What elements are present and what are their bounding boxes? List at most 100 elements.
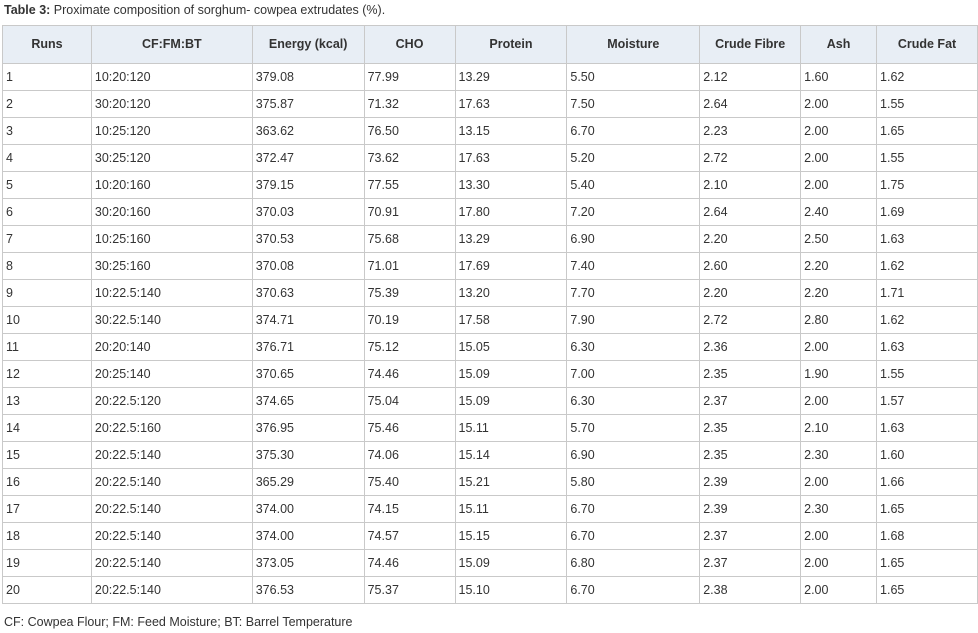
cell-ash: 2.00 bbox=[800, 468, 878, 496]
cell-energy: 373.05 bbox=[251, 549, 365, 577]
cell-moisture: 7.40 bbox=[566, 252, 701, 280]
cell-run: 2 bbox=[2, 90, 92, 118]
cell-run: 18 bbox=[2, 522, 92, 550]
cell-crude-fat: 1.65 bbox=[876, 549, 978, 577]
cell-cho: 73.62 bbox=[363, 144, 456, 172]
cell-cho: 75.12 bbox=[363, 333, 456, 361]
cell-crude-fat: 1.65 bbox=[876, 495, 978, 523]
cell-cho: 75.37 bbox=[363, 576, 456, 604]
cell-energy: 376.53 bbox=[251, 576, 365, 604]
table-row: 17 20:22.5:140 374.00 74.15 15.11 6.70 2.39 2.3… bbox=[2, 495, 978, 523]
table-row: 8 30:25:160 370.08 71.01 17.69 7.40 2.60 2.20 1.… bbox=[2, 252, 978, 280]
table-row: 19 20:22.5:140 373.05 74.46 15.09 6.80 2.37 2.0… bbox=[2, 549, 978, 577]
table-row: 1 10:20:120 379.08 77.99 13.29 5.50 2.12 1.60 1.… bbox=[2, 63, 978, 91]
cell-ash: 2.00 bbox=[800, 333, 878, 361]
cell-energy: 374.71 bbox=[251, 306, 365, 334]
cell-run: 14 bbox=[2, 414, 92, 442]
cell-crude-fibre: 2.20 bbox=[699, 225, 802, 253]
cell-cf-fm-bt: 20:22.5:140 bbox=[90, 576, 253, 604]
cell-cf-fm-bt: 10:20:160 bbox=[90, 171, 253, 199]
cell-run: 7 bbox=[2, 225, 92, 253]
cell-crude-fat: 1.75 bbox=[876, 171, 978, 199]
cell-energy: 375.30 bbox=[251, 441, 365, 469]
cell-protein: 15.21 bbox=[454, 468, 568, 496]
cell-energy: 374.00 bbox=[251, 495, 365, 523]
header-protein: Protein bbox=[454, 25, 568, 64]
cell-moisture: 6.70 bbox=[566, 495, 701, 523]
cell-cf-fm-bt: 30:20:160 bbox=[90, 198, 253, 226]
cell-crude-fibre: 2.60 bbox=[699, 252, 802, 280]
cell-energy: 374.65 bbox=[251, 387, 365, 415]
cell-cho: 71.32 bbox=[363, 90, 456, 118]
cell-cho: 71.01 bbox=[363, 252, 456, 280]
cell-energy: 370.08 bbox=[251, 252, 365, 280]
cell-moisture: 6.30 bbox=[566, 387, 701, 415]
table-body: 1 10:20:120 379.08 77.99 13.29 5.50 2.12 1.60 1.… bbox=[2, 63, 978, 604]
cell-crude-fibre: 2.39 bbox=[699, 495, 802, 523]
cell-protein: 13.30 bbox=[454, 171, 568, 199]
cell-ash: 2.00 bbox=[800, 522, 878, 550]
cell-crude-fat: 1.62 bbox=[876, 252, 978, 280]
cell-crude-fibre: 2.35 bbox=[699, 360, 802, 388]
table-row: 6 30:20:160 370.03 70.91 17.80 7.20 2.64 2.40 1.… bbox=[2, 198, 978, 226]
cell-moisture: 6.90 bbox=[566, 225, 701, 253]
header-runs: Runs bbox=[2, 25, 92, 64]
cell-crude-fat: 1.66 bbox=[876, 468, 978, 496]
cell-cho: 77.99 bbox=[363, 63, 456, 91]
cell-protein: 13.29 bbox=[454, 225, 568, 253]
cell-crude-fibre: 2.23 bbox=[699, 117, 802, 145]
cell-cho: 74.06 bbox=[363, 441, 456, 469]
cell-protein: 17.58 bbox=[454, 306, 568, 334]
table-row: 14 20:22.5:160 376.95 75.46 15.11 5.70 2.35 2.1… bbox=[2, 414, 978, 442]
table-caption: Table 3: Proximate composition of sorghu… bbox=[4, 3, 385, 17]
cell-crude-fat: 1.55 bbox=[876, 360, 978, 388]
cell-run: 11 bbox=[2, 333, 92, 361]
cell-crude-fibre: 2.12 bbox=[699, 63, 802, 91]
cell-cho: 70.91 bbox=[363, 198, 456, 226]
table-row: 15 20:22.5:140 375.30 74.06 15.14 6.90 2.35 2.3… bbox=[2, 441, 978, 469]
cell-moisture: 5.80 bbox=[566, 468, 701, 496]
cell-moisture: 6.70 bbox=[566, 117, 701, 145]
cell-cf-fm-bt: 30:20:120 bbox=[90, 90, 253, 118]
cell-ash: 2.40 bbox=[800, 198, 878, 226]
cell-cho: 75.39 bbox=[363, 279, 456, 307]
table-row: 9 10:22.5:140 370.63 75.39 13.20 7.70 2.20 2.20… bbox=[2, 279, 978, 307]
cell-crude-fat: 1.55 bbox=[876, 90, 978, 118]
cell-cf-fm-bt: 10:25:160 bbox=[90, 225, 253, 253]
cell-energy: 375.87 bbox=[251, 90, 365, 118]
cell-cf-fm-bt: 10:25:120 bbox=[90, 117, 253, 145]
cell-crude-fibre: 2.20 bbox=[699, 279, 802, 307]
cell-ash: 2.00 bbox=[800, 576, 878, 604]
cell-moisture: 6.70 bbox=[566, 522, 701, 550]
cell-energy: 363.62 bbox=[251, 117, 365, 145]
cell-run: 13 bbox=[2, 387, 92, 415]
cell-crude-fibre: 2.35 bbox=[699, 441, 802, 469]
cell-protein: 13.15 bbox=[454, 117, 568, 145]
cell-energy: 374.00 bbox=[251, 522, 365, 550]
table-caption-label: Table 3: bbox=[4, 3, 51, 17]
cell-energy: 365.29 bbox=[251, 468, 365, 496]
cell-cf-fm-bt: 30:22.5:140 bbox=[90, 306, 253, 334]
cell-run: 12 bbox=[2, 360, 92, 388]
table-caption-text: Proximate composition of sorghum- cowpea… bbox=[53, 3, 386, 17]
cell-moisture: 6.30 bbox=[566, 333, 701, 361]
cell-moisture: 5.70 bbox=[566, 414, 701, 442]
cell-crude-fibre: 2.37 bbox=[699, 522, 802, 550]
cell-protein: 17.63 bbox=[454, 144, 568, 172]
cell-energy: 376.95 bbox=[251, 414, 365, 442]
cell-cho: 75.46 bbox=[363, 414, 456, 442]
cell-moisture: 5.50 bbox=[566, 63, 701, 91]
cell-run: 17 bbox=[2, 495, 92, 523]
cell-crude-fat: 1.65 bbox=[876, 117, 978, 145]
cell-protein: 15.11 bbox=[454, 414, 568, 442]
cell-ash: 2.30 bbox=[800, 441, 878, 469]
cell-moisture: 7.00 bbox=[566, 360, 701, 388]
cell-protein: 15.09 bbox=[454, 387, 568, 415]
cell-ash: 2.00 bbox=[800, 171, 878, 199]
header-crude-fat: Crude Fat bbox=[876, 25, 978, 64]
header-energy: Energy (kcal) bbox=[251, 25, 365, 64]
cell-crude-fibre: 2.39 bbox=[699, 468, 802, 496]
cell-cho: 74.46 bbox=[363, 549, 456, 577]
cell-run: 6 bbox=[2, 198, 92, 226]
table-row: 7 10:25:160 370.53 75.68 13.29 6.90 2.20 2.50 1.… bbox=[2, 225, 978, 253]
